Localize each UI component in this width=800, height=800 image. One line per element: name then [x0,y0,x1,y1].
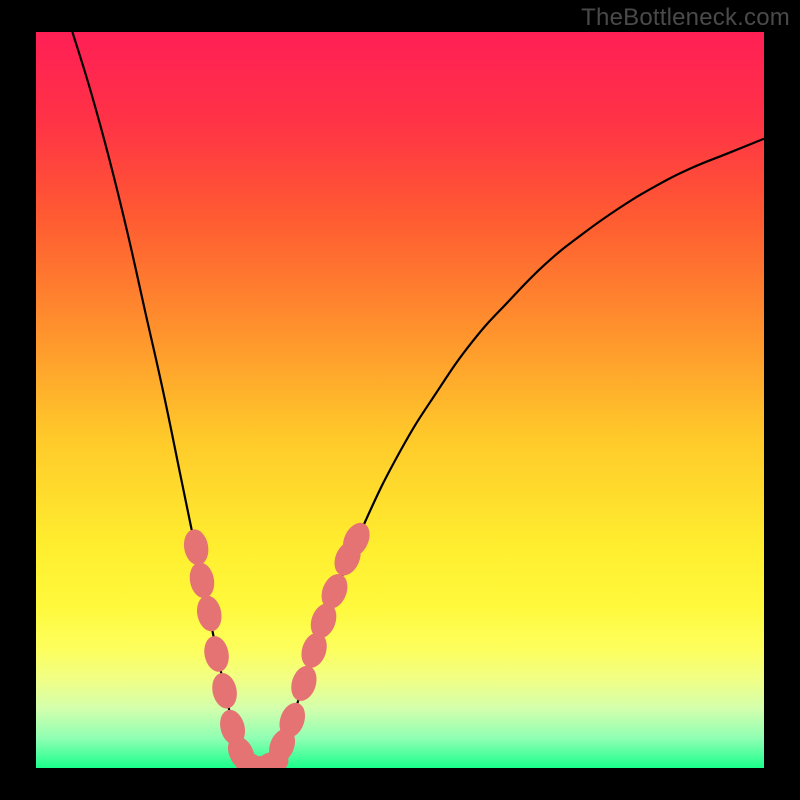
gradient-background [36,32,764,768]
chart-frame: TheBottleneck.com [0,0,800,800]
bottleneck-chart [0,0,800,800]
watermark-label: TheBottleneck.com [581,4,790,32]
